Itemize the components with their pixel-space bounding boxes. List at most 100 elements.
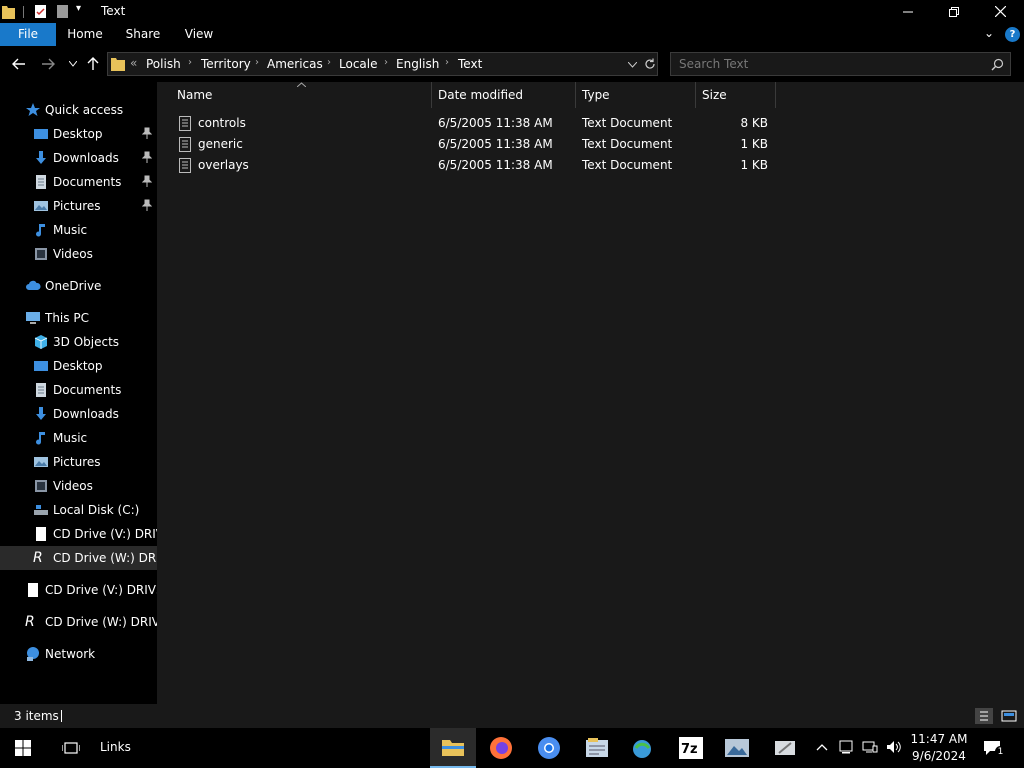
notification-center-button[interactable]: 1 — [978, 728, 1018, 768]
taskbar-tools-app[interactable] — [762, 728, 808, 768]
nav-pc-music[interactable]: Music — [0, 426, 157, 450]
details-view-icon[interactable] — [975, 708, 993, 724]
taskbar-file-explorer[interactable] — [430, 728, 476, 768]
volume-icon[interactable] — [886, 740, 902, 754]
help-icon[interactable]: ? — [1005, 27, 1020, 42]
forward-button[interactable] — [37, 54, 59, 74]
nav-quick-access[interactable]: Quick access — [0, 98, 157, 122]
breadcrumb-territory[interactable]: Territory — [201, 57, 251, 71]
search-box[interactable]: Search Text — [670, 52, 1011, 76]
taskbar-7zip[interactable]: 7z — [668, 728, 714, 768]
computer-icon — [26, 312, 40, 324]
videos-icon — [35, 480, 47, 492]
breadcrumb-separator-icon[interactable]: › — [327, 57, 331, 68]
nav-this-pc[interactable]: This PC — [0, 306, 157, 330]
ribbon-expand-icon[interactable]: ⌄ — [984, 26, 994, 40]
qa-customize-icon[interactable]: ▾ — [76, 3, 81, 14]
pin-icon[interactable] — [142, 127, 152, 139]
device-icon[interactable] — [839, 740, 853, 754]
music-icon — [36, 432, 45, 445]
recent-locations-button[interactable] — [62, 54, 84, 74]
search-input[interactable]: Search Text — [679, 57, 748, 71]
breadcrumb-text[interactable]: Text — [458, 57, 482, 71]
column-divider[interactable] — [575, 82, 576, 108]
column-header-size[interactable]: Size — [702, 88, 727, 102]
breadcrumb-locale[interactable]: Locale — [339, 57, 377, 71]
task-view-button[interactable] — [48, 728, 94, 768]
nav-label: CD Drive (W:) DRIV3 — [53, 551, 157, 565]
pin-icon[interactable] — [142, 199, 152, 211]
file-row[interactable]: overlays 6/5/2005 11:38 AM Text Document… — [175, 155, 775, 176]
nav-pc-videos[interactable]: Videos — [0, 474, 157, 498]
breadcrumb-separator-icon[interactable]: › — [188, 57, 192, 68]
nav-pc-documents[interactable]: Documents — [0, 378, 157, 402]
column-header-type[interactable]: Type — [582, 88, 610, 102]
large-icons-view-icon[interactable] — [1000, 708, 1018, 724]
column-divider[interactable] — [431, 82, 432, 108]
start-button[interactable] — [0, 728, 46, 768]
nav-3d-objects[interactable]: 3D Objects — [0, 330, 157, 354]
taskbar-firefox[interactable] — [478, 728, 524, 768]
file-row[interactable]: controls 6/5/2005 11:38 AM Text Document… — [175, 113, 775, 134]
clock-time: 11:47 AM — [910, 732, 968, 746]
taskbar-notepad-app[interactable] — [574, 728, 620, 768]
nav-pc-desktop[interactable]: Desktop — [0, 354, 157, 378]
nav-label: Videos — [53, 479, 93, 493]
up-button[interactable] — [82, 54, 104, 74]
network-status-icon[interactable] — [862, 740, 878, 754]
clock[interactable]: 11:47 AM 9/6/2024 — [904, 731, 974, 765]
nav-cd-drive-v[interactable]: CD Drive (V:) DRIV3I — [0, 522, 157, 546]
breadcrumb-separator-icon[interactable]: › — [255, 57, 259, 68]
close-button[interactable] — [977, 0, 1023, 23]
tab-home[interactable]: Home — [62, 23, 108, 46]
taskbar-globe-app[interactable] — [620, 728, 666, 768]
tab-file[interactable]: File — [0, 23, 56, 46]
properties-icon[interactable] — [34, 4, 47, 19]
globe-arrow-icon — [633, 740, 651, 758]
nav-cd-drive-w[interactable]: R CD Drive (W:) DRIV3 — [0, 546, 157, 570]
links-toolbar[interactable]: Links — [100, 740, 131, 754]
pin-icon[interactable] — [142, 151, 152, 163]
address-bar[interactable]: « Polish › Territory › Americas › Locale… — [107, 52, 658, 76]
back-button[interactable] — [8, 54, 30, 74]
nav-cd-drive-v-root[interactable]: CD Drive (V:) DRIV3RI — [0, 578, 157, 602]
refresh-icon[interactable] — [644, 58, 656, 70]
column-divider[interactable] — [775, 82, 776, 108]
tab-share[interactable]: Share — [120, 23, 166, 46]
breadcrumb-english[interactable]: English — [396, 57, 439, 71]
nav-videos[interactable]: Videos — [0, 242, 157, 266]
taskbar-chrome[interactable] — [526, 728, 572, 768]
breadcrumb-separator-icon[interactable]: › — [384, 57, 388, 68]
chevron-up-icon[interactable] — [816, 743, 828, 751]
nav-pc-pictures[interactable]: Pictures — [0, 450, 157, 474]
restore-button[interactable] — [931, 0, 977, 23]
nav-cd-drive-w-root[interactable]: R CD Drive (W:) DRIV3RI — [0, 610, 157, 634]
cd-icon — [36, 527, 46, 541]
breadcrumb-overflow[interactable]: « — [130, 56, 137, 70]
breadcrumb-americas[interactable]: Americas — [267, 57, 323, 71]
taskbar-image-app[interactable] — [714, 728, 760, 768]
column-header-date[interactable]: Date modified — [438, 88, 523, 102]
minimize-button[interactable] — [885, 0, 931, 23]
nav-desktop[interactable]: Desktop — [0, 122, 157, 146]
tab-view[interactable]: View — [176, 23, 222, 46]
chevron-down-icon[interactable] — [628, 62, 637, 68]
nav-pc-downloads[interactable]: Downloads — [0, 402, 157, 426]
navigation-pane[interactable]: Quick access Desktop Downloads Documents… — [0, 82, 157, 704]
file-row[interactable]: generic 6/5/2005 11:38 AM Text Document … — [175, 134, 775, 155]
nav-network[interactable]: Network — [0, 642, 157, 666]
nav-label: This PC — [45, 311, 89, 325]
pin-icon[interactable] — [142, 175, 152, 187]
nav-music[interactable]: Music — [0, 218, 157, 242]
nav-pictures[interactable]: Pictures — [0, 194, 157, 218]
new-folder-icon[interactable] — [56, 4, 69, 19]
nav-local-disk[interactable]: Local Disk (C:) — [0, 498, 157, 522]
breadcrumb-separator-icon[interactable]: › — [445, 57, 449, 68]
column-divider[interactable] — [695, 82, 696, 108]
nav-onedrive[interactable]: OneDrive — [0, 274, 157, 298]
breadcrumb-polish[interactable]: Polish — [146, 57, 181, 71]
file-list[interactable]: Name Date modified Type Size controls 6/… — [157, 82, 1024, 704]
nav-downloads[interactable]: Downloads — [0, 146, 157, 170]
nav-documents[interactable]: Documents — [0, 170, 157, 194]
column-header-name[interactable]: Name — [177, 88, 212, 102]
